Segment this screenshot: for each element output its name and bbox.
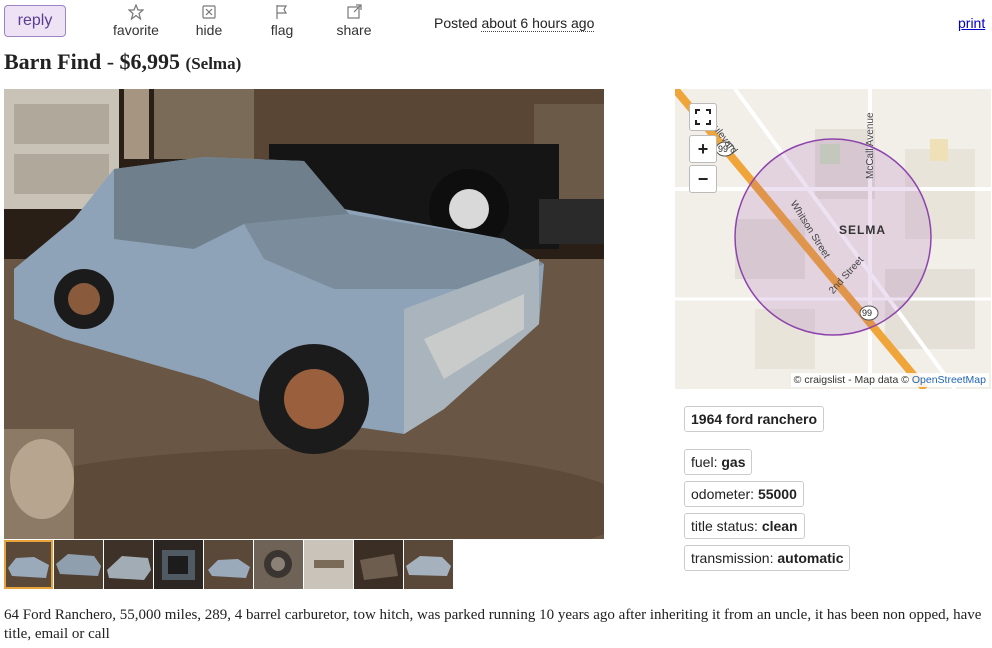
flag-button[interactable]: flag <box>252 4 312 38</box>
map-zoom-out-button[interactable]: − <box>689 165 717 193</box>
attr-title-status-value: clean <box>761 518 798 534</box>
hide-button[interactable]: hide <box>179 4 239 38</box>
highway-shield-south-label: 99 <box>862 308 873 318</box>
thumbnail-3[interactable] <box>104 540 153 589</box>
favorite-button[interactable]: favorite <box>106 3 166 38</box>
thumbnail-9[interactable] <box>404 540 453 589</box>
attr-odometer: odometer: 55000 <box>684 481 804 507</box>
photo-thumbnails <box>4 540 454 590</box>
attr-fuel-label: fuel: <box>691 454 718 470</box>
attr-odometer-label: odometer: <box>691 486 755 502</box>
posting-title: Barn Find - $6,995 (Selma) <box>4 49 241 75</box>
attr-fuel-value: gas <box>721 454 746 470</box>
map-town-label: SELMA <box>839 223 886 237</box>
thumbnail-2[interactable] <box>54 540 103 589</box>
print-link[interactable]: print <box>958 15 985 31</box>
fullscreen-icon <box>695 109 711 125</box>
attr-odometer-value: 55000 <box>757 486 797 502</box>
hide-icon <box>179 4 239 22</box>
attr-title-status-label: title status: <box>691 518 758 534</box>
share-label: share <box>336 22 372 38</box>
title-separator: - <box>101 49 120 74</box>
openstreetmap-link[interactable]: OpenStreetMap <box>912 374 986 386</box>
share-icon <box>324 4 384 22</box>
posted-relative-time: about 6 hours ago <box>481 15 595 32</box>
location-map[interactable]: 99 99 ire Boulevard Whitson Street 2nd S… <box>675 89 991 389</box>
flag-label: flag <box>270 22 294 38</box>
share-button[interactable]: share <box>324 4 384 38</box>
attr-title-status: title status: clean <box>684 513 805 539</box>
attr-transmission-value: automatic <box>777 550 844 566</box>
posting-body: 64 Ford Ranchero, 55,000 miles, 289, 4 b… <box>4 607 982 642</box>
posting-toolbar: reply favorite hide flag share Posted ab… <box>0 0 992 44</box>
posting-price: $6,995 <box>119 49 181 74</box>
star-icon <box>106 3 166 22</box>
map-street-label: McCall Avenue <box>865 112 876 179</box>
reply-button[interactable]: reply <box>4 5 66 37</box>
attr-transmission-label: transmission: <box>691 550 774 566</box>
thumbnail-4[interactable] <box>154 540 203 589</box>
attr-transmission: transmission: automatic <box>684 545 851 571</box>
hide-label: hide <box>195 22 223 38</box>
thumbnail-8[interactable] <box>354 540 403 589</box>
posting-location: (Selma) <box>185 54 242 73</box>
map-attribution: © craigslist - Map data © OpenStreetMap <box>790 373 989 387</box>
attr-fuel: fuel: gas <box>684 449 753 475</box>
main-photo[interactable] <box>4 89 604 539</box>
map-attribution-text: © craigslist - Map data © <box>793 374 909 386</box>
favorite-label: favorite <box>113 22 159 38</box>
thumbnail-1[interactable] <box>4 540 53 589</box>
map-zoom-in-button[interactable]: + <box>689 135 717 163</box>
thumbnail-5[interactable] <box>204 540 253 589</box>
thumbnail-6[interactable] <box>254 540 303 589</box>
posted-prefix: Posted <box>434 15 478 31</box>
posted-date: Posted about 6 hours ago <box>434 15 595 32</box>
map-fullscreen-button[interactable] <box>689 103 717 131</box>
attr-heading: 1964 ford ranchero <box>684 406 825 432</box>
thumbnail-7[interactable] <box>304 540 353 589</box>
posting-title-text: Barn Find <box>4 49 102 74</box>
flag-icon <box>252 4 312 22</box>
